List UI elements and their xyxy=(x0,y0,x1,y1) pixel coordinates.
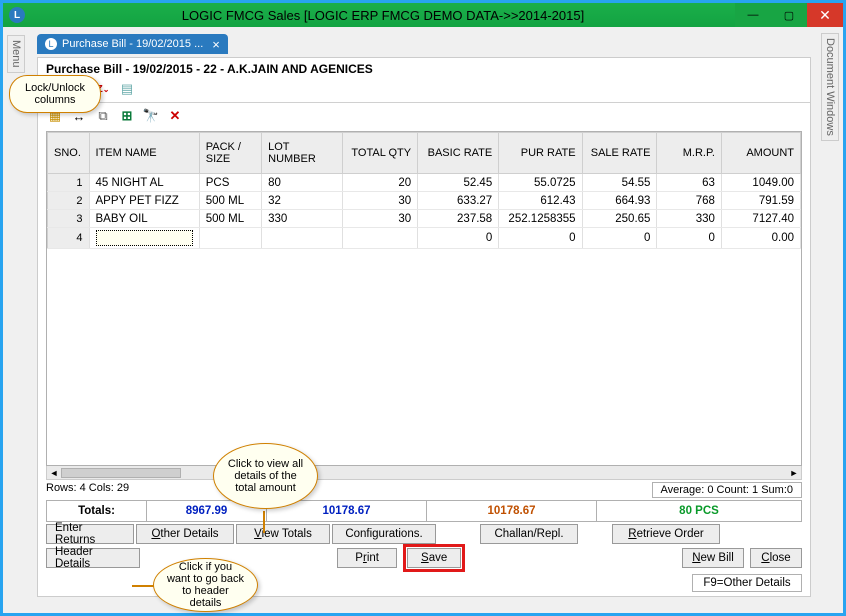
find-icon[interactable]: 🔭 xyxy=(142,107,160,125)
enter-returns-button[interactable]: Enter Returns xyxy=(46,524,134,544)
col-lot[interactable]: LOT NUMBER xyxy=(262,133,343,174)
retrieve-order-button[interactable]: Retrieve Order xyxy=(612,524,720,544)
totals-row: Totals: 8967.99 10178.67 10178.67 80 PCS xyxy=(46,500,802,522)
cell-mrp[interactable]: 0 xyxy=(657,228,721,249)
horizontal-scrollbar[interactable]: ◄ ► xyxy=(46,466,802,480)
document-tab[interactable]: L Purchase Bill - 19/02/2015 ... × xyxy=(37,34,228,54)
callout-view-totals: Click to view all details of the total a… xyxy=(213,443,318,509)
cell-amount[interactable]: 0.00 xyxy=(721,228,800,249)
col-basic[interactable]: BASIC RATE xyxy=(418,133,499,174)
table-row[interactable]: 3BABY OIL500 ML33030237.58252.1258355250… xyxy=(48,210,801,228)
cell-basic[interactable]: 633.27 xyxy=(418,192,499,210)
col-mrp[interactable]: M.R.P. xyxy=(657,133,721,174)
window-close-button[interactable]: ✕ xyxy=(807,3,843,27)
cell-qty[interactable]: 20 xyxy=(343,174,418,192)
cell-amount[interactable]: 791.59 xyxy=(721,192,800,210)
scroll-right-icon[interactable]: ► xyxy=(787,466,801,479)
cell-sno: 1 xyxy=(48,174,90,192)
cell-sno: 3 xyxy=(48,210,90,228)
cell-sno: 4 xyxy=(48,228,90,249)
document-tab-icon: L xyxy=(45,38,57,50)
excel-icon[interactable]: ⊞ xyxy=(118,107,136,125)
col-sale[interactable]: SALE RATE xyxy=(582,133,657,174)
cell-item[interactable]: 45 NIGHT AL xyxy=(89,174,199,192)
cell-lot[interactable]: 330 xyxy=(262,210,343,228)
scroll-thumb[interactable] xyxy=(61,468,181,478)
delete-icon[interactable]: ✕ xyxy=(166,107,184,125)
col-pur[interactable]: PUR RATE xyxy=(499,133,582,174)
close-button[interactable]: Close xyxy=(750,548,802,568)
grid-rowcol-status: Rows: 4 Cols: 29 xyxy=(46,482,129,498)
totals-value-3: 10178.67 xyxy=(427,501,597,521)
document-tab-label: Purchase Bill - 19/02/2015 ... xyxy=(62,38,203,50)
cell-pur[interactable]: 0 xyxy=(499,228,582,249)
status-hint: F9=Other Details xyxy=(692,574,802,592)
cell-basic[interactable]: 52.45 xyxy=(418,174,499,192)
challan-button[interactable]: Challan/Repl. xyxy=(480,524,578,544)
cell-sale[interactable]: 664.93 xyxy=(582,192,657,210)
new-bill-button[interactable]: New Bill xyxy=(682,548,744,568)
scroll-left-icon[interactable]: ◄ xyxy=(47,466,61,479)
items-table: SNO. ITEM NAME PACK / SIZE LOT NUMBER TO… xyxy=(47,132,801,249)
callout-lock-unlock: Lock/Unlock columns xyxy=(9,75,101,113)
callout-header-details: Click if you want to go back to header d… xyxy=(153,558,258,612)
cell-pur[interactable]: 612.43 xyxy=(499,192,582,210)
col-qty[interactable]: TOTAL QTY xyxy=(343,133,418,174)
copy-icon[interactable]: ⧉ xyxy=(94,107,112,125)
cell-pack[interactable]: 500 ML xyxy=(199,210,261,228)
cell-sale[interactable]: 54.55 xyxy=(582,174,657,192)
callout-arrow-line xyxy=(132,585,154,587)
callout-arrow-line xyxy=(263,511,265,533)
document-tab-close-icon[interactable]: × xyxy=(212,37,220,52)
cell-sno: 2 xyxy=(48,192,90,210)
table-row[interactable]: 145 NIGHT ALPCS802052.4555.072554.556310… xyxy=(48,174,801,192)
cell-qty[interactable] xyxy=(343,228,418,249)
cell-pur[interactable]: 55.0725 xyxy=(499,174,582,192)
cell-mrp[interactable]: 768 xyxy=(657,192,721,210)
table-row[interactable]: 2APPY PET FIZZ500 ML3230633.27612.43664.… xyxy=(48,192,801,210)
cell-pur[interactable]: 252.1258355 xyxy=(499,210,582,228)
table-row[interactable]: 400000.00 xyxy=(48,228,801,249)
cell-qty[interactable]: 30 xyxy=(343,210,418,228)
view-totals-button[interactable]: View Totals xyxy=(236,524,330,544)
grid-stats: Average: 0 Count: 1 Sum:0 xyxy=(652,482,803,498)
totals-label: Totals: xyxy=(47,501,147,521)
header-details-button[interactable]: Header Details xyxy=(46,548,140,568)
other-details-button[interactable]: Other Details xyxy=(136,524,234,544)
col-item[interactable]: ITEM NAME xyxy=(89,133,199,174)
print-button[interactable]: Print xyxy=(337,548,397,568)
cell-basic[interactable]: 0 xyxy=(418,228,499,249)
minimize-button[interactable]: — xyxy=(735,3,771,27)
window-title: LOGIC FMCG Sales [LOGIC ERP FMCG DEMO DA… xyxy=(31,8,735,23)
cell-sale[interactable]: 0 xyxy=(582,228,657,249)
maximize-button[interactable]: ▢ xyxy=(771,3,807,27)
save-button[interactable]: Save xyxy=(407,548,461,568)
cell-item[interactable] xyxy=(89,228,199,249)
cell-lot[interactable]: 80 xyxy=(262,174,343,192)
totals-value-4: 80 PCS xyxy=(597,501,801,521)
cell-amount[interactable]: 7127.40 xyxy=(721,210,800,228)
cell-pack[interactable]: PCS xyxy=(199,174,261,192)
col-sno[interactable]: SNO. xyxy=(48,133,90,174)
configurations-button[interactable]: Configurations. xyxy=(332,524,436,544)
cell-pack[interactable]: 500 ML xyxy=(199,192,261,210)
cell-item[interactable]: BABY OIL xyxy=(89,210,199,228)
col-pack[interactable]: PACK / SIZE xyxy=(199,133,261,174)
cell-amount[interactable]: 1049.00 xyxy=(721,174,800,192)
panel-title: Purchase Bill - 19/02/2015 - 22 - A.K.JA… xyxy=(38,58,810,78)
app-icon: L xyxy=(9,7,25,23)
document-icon[interactable]: ▤ xyxy=(118,80,136,98)
cell-item[interactable]: APPY PET FIZZ xyxy=(89,192,199,210)
cell-lot[interactable] xyxy=(262,228,343,249)
cell-lot[interactable]: 32 xyxy=(262,192,343,210)
cell-mrp[interactable]: 330 xyxy=(657,210,721,228)
cell-pack[interactable] xyxy=(199,228,261,249)
col-amount[interactable]: AMOUNT xyxy=(721,133,800,174)
cell-basic[interactable]: 237.58 xyxy=(418,210,499,228)
window-titlebar: L LOGIC FMCG Sales [LOGIC ERP FMCG DEMO … xyxy=(3,3,843,27)
cell-mrp[interactable]: 63 xyxy=(657,174,721,192)
cell-qty[interactable]: 30 xyxy=(343,192,418,210)
cell-sale[interactable]: 250.65 xyxy=(582,210,657,228)
